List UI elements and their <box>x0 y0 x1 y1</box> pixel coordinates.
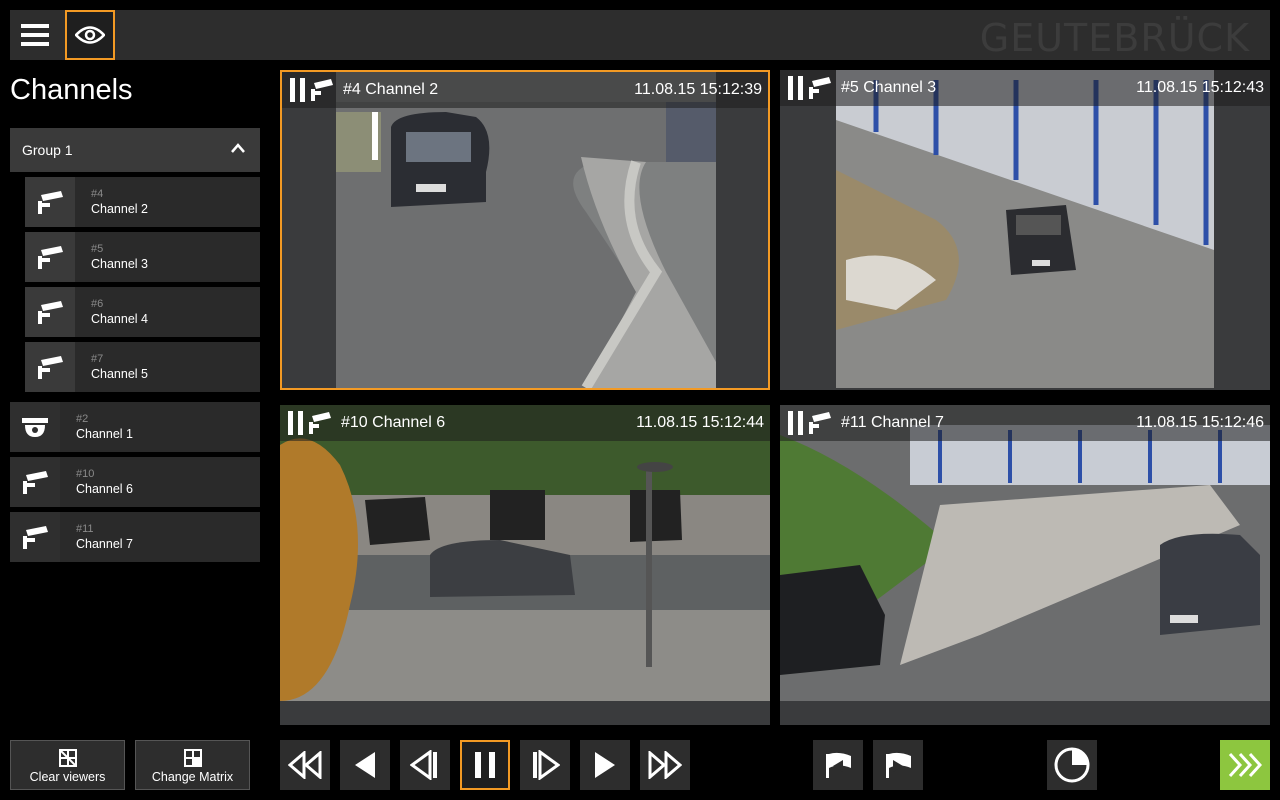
viewer-header: #11 Channel 7 11.08.15 15:12:46 <box>780 405 1270 441</box>
channel-name: Channel 3 <box>91 257 148 271</box>
channel-item[interactable]: #7 Channel 5 <box>25 342 260 392</box>
fast-forward-button[interactable] <box>640 740 690 790</box>
viewer-title: #5 Channel 3 <box>841 79 937 96</box>
clear-viewers-button[interactable]: Clear viewers <box>10 740 125 790</box>
channel-number: #6 <box>91 298 104 310</box>
camera-icon <box>25 287 75 337</box>
viewer-header: #4 Channel 2 11.08.15 15:12:39 <box>282 72 768 108</box>
channel-number: #10 <box>76 468 95 480</box>
play-backward-button[interactable] <box>340 740 390 790</box>
camera-icon <box>311 79 333 101</box>
video-viewer[interactable]: #4 Channel 2 11.08.15 15:12:39 <box>280 70 770 390</box>
step-backward-icon <box>410 750 437 780</box>
channel-number: #5 <box>91 243 104 255</box>
step-forward-icon <box>533 750 560 780</box>
live-button[interactable] <box>1220 740 1270 790</box>
viewer-timestamp: 11.08.15 15:12:44 <box>636 414 764 431</box>
channel-name: Channel 5 <box>91 367 148 381</box>
fast-rewind-button[interactable] <box>280 740 330 790</box>
channel-name: Channel 6 <box>76 482 133 496</box>
video-viewer[interactable]: #11 Channel 7 11.08.15 15:12:46 <box>780 405 1270 725</box>
flag-back-icon <box>826 752 851 778</box>
menu-button[interactable] <box>10 10 60 60</box>
clear-viewers-label: Clear viewers <box>29 770 106 784</box>
dome-camera-icon <box>10 402 60 452</box>
video-feed <box>336 72 716 388</box>
channel-item[interactable]: #11 Channel 7 <box>10 512 260 562</box>
channel-number: #7 <box>91 353 104 365</box>
camera-icon <box>809 77 831 99</box>
pause-icon <box>475 752 495 778</box>
top-bar: GEUTEBRÜCK <box>10 10 1270 60</box>
viewer-timestamp: 11.08.15 15:12:39 <box>634 81 762 98</box>
sidebar-title: Channels <box>10 74 133 106</box>
viewer-timestamp: 11.08.15 15:12:46 <box>1136 414 1264 431</box>
channel-item[interactable]: #6 Channel 4 <box>25 287 260 337</box>
fast-rewind-icon <box>288 751 322 779</box>
play-forward-icon <box>595 752 615 778</box>
time-range-button[interactable] <box>1047 740 1097 790</box>
viewer-timestamp: 11.08.15 15:12:43 <box>1136 79 1264 96</box>
viewer-header: #10 Channel 6 11.08.15 15:12:44 <box>280 405 770 441</box>
camera-icon <box>10 457 60 507</box>
pie-clock-icon <box>1054 747 1090 783</box>
channel-item[interactable]: #10 Channel 6 <box>10 457 260 507</box>
group-header[interactable]: Group 1 <box>10 128 260 172</box>
channel-name: Channel 2 <box>91 202 148 216</box>
camera-icon <box>10 512 60 562</box>
channel-number: #2 <box>76 413 89 425</box>
video-feed <box>836 70 1214 388</box>
flag-forward-icon <box>886 752 911 778</box>
next-marker-button[interactable] <box>873 740 923 790</box>
matrix-icon <box>183 749 202 767</box>
video-viewer[interactable]: #5 Channel 3 11.08.15 15:12:43 <box>780 70 1270 390</box>
viewer-header: #5 Channel 3 11.08.15 15:12:43 <box>780 70 1270 106</box>
channel-item[interactable]: #5 Channel 3 <box>25 232 260 282</box>
channel-number: #4 <box>91 188 104 200</box>
channel-item[interactable]: #2 Channel 1 <box>10 402 260 452</box>
channel-item[interactable]: #4 Channel 2 <box>25 177 260 227</box>
clear-grid-icon <box>58 749 77 767</box>
pause-icon <box>288 411 303 435</box>
step-forward-button[interactable] <box>520 740 570 790</box>
pause-icon <box>788 411 803 435</box>
channel-name: Channel 7 <box>76 537 133 551</box>
eye-icon <box>75 26 105 44</box>
channel-name: Channel 4 <box>91 312 148 326</box>
camera-icon <box>309 412 331 434</box>
channel-number: #11 <box>76 523 94 535</box>
play-backward-icon <box>355 752 375 778</box>
live-forward-icon <box>1228 752 1262 778</box>
channel-name: Channel 1 <box>76 427 133 441</box>
step-backward-button[interactable] <box>400 740 450 790</box>
video-viewer[interactable]: #10 Channel 6 11.08.15 15:12:44 <box>280 405 770 725</box>
chevron-up-icon[interactable] <box>230 142 246 154</box>
change-matrix-label: Change Matrix <box>151 770 234 784</box>
camera-icon <box>25 342 75 392</box>
camera-icon <box>25 232 75 282</box>
pause-icon <box>788 76 803 100</box>
pause-icon <box>290 78 305 102</box>
previous-marker-button[interactable] <box>813 740 863 790</box>
pause-button[interactable] <box>460 740 510 790</box>
viewer-title: #11 Channel 7 <box>841 414 944 431</box>
fast-forward-icon <box>648 751 682 779</box>
brand-logo: GEUTEBRÜCK <box>979 16 1250 60</box>
camera-icon <box>809 412 831 434</box>
play-forward-button[interactable] <box>580 740 630 790</box>
viewer-title: #4 Channel 2 <box>343 81 439 98</box>
viewer-title: #10 Channel 6 <box>341 414 446 431</box>
group-label: Group 1 <box>22 142 73 158</box>
camera-icon <box>25 177 75 227</box>
hamburger-icon <box>21 24 49 46</box>
video-feed <box>780 405 1270 701</box>
change-matrix-button[interactable]: Change Matrix <box>135 740 250 790</box>
video-feed <box>280 405 770 701</box>
view-button[interactable] <box>65 10 115 60</box>
